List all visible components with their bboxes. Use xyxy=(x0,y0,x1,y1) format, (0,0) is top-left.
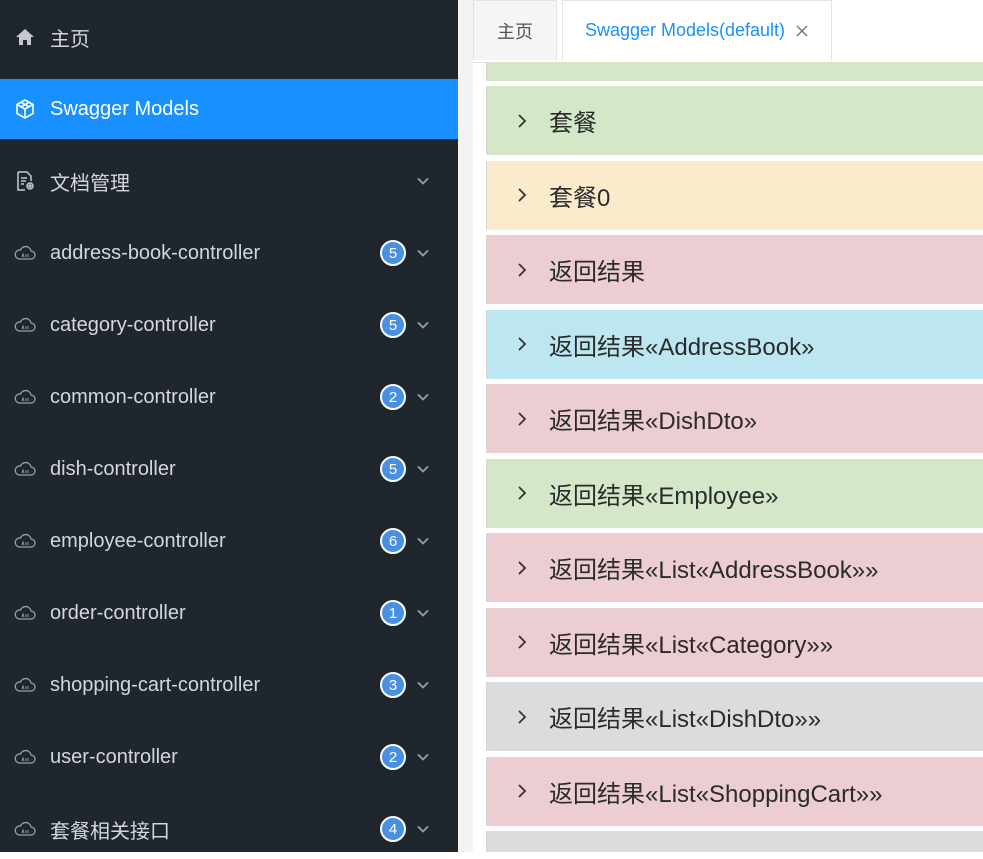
tab-bar: 主页 Swagger Models(default) xyxy=(473,0,983,63)
chevron-down-icon[interactable] xyxy=(415,749,431,765)
models-list: 套餐套餐0 返回结果返回结果«AddressBook» 返回结果«DishDto» 返… xyxy=(486,62,983,852)
sidebar-item-label: 主页 xyxy=(50,28,90,51)
home-icon xyxy=(14,26,36,48)
tab-swagger-models[interactable]: Swagger Models(default) xyxy=(562,0,832,60)
sidebar-item-swagger-models[interactable]: Swagger Models xyxy=(0,79,458,139)
chevron-right-icon xyxy=(518,337,527,351)
model-name: 返回结果«Employee» xyxy=(549,482,779,510)
chevron-right-icon xyxy=(518,486,527,500)
api-cloud-icon xyxy=(14,818,36,840)
chevron-down-icon[interactable] xyxy=(415,317,431,333)
chevron-down-icon[interactable] xyxy=(415,389,431,405)
count-badge: 2 xyxy=(380,384,406,410)
model-name: 返回结果 xyxy=(549,259,645,286)
count-badge: 5 xyxy=(380,240,406,266)
model-row[interactable]: 返回结果«DishDto» xyxy=(486,384,983,453)
main-panel: 主页 Swagger Models(default) 套餐套餐0 返回结果返回结果… xyxy=(473,0,983,852)
chevron-down-icon[interactable] xyxy=(415,821,431,837)
api-cloud-icon xyxy=(14,458,36,480)
count-badge: 4 xyxy=(380,816,406,842)
sidebar-item-controller[interactable]: order-controller 1 xyxy=(0,583,458,643)
count-badge: 6 xyxy=(380,528,406,554)
content-gutter xyxy=(458,0,473,852)
sidebar: 主页 Swagger Models 文档管理 address-book-cont… xyxy=(0,0,458,852)
chevron-right-icon xyxy=(518,784,527,798)
sidebar-item-controller[interactable]: dish-controller 5 xyxy=(0,439,458,499)
model-name: 返回结果«List«AddressBook»» xyxy=(549,557,879,584)
count-badge: 5 xyxy=(380,456,406,482)
count-badge: 1 xyxy=(380,600,406,626)
api-cloud-icon xyxy=(14,602,36,624)
chevron-right-icon xyxy=(518,560,527,575)
model-row[interactable]: 返回结果«List«ShoppingCart»» xyxy=(486,756,983,826)
count-badge: 3 xyxy=(380,672,406,698)
sidebar-item-home[interactable]: 主页 xyxy=(0,7,458,67)
api-cloud-icon xyxy=(14,314,36,336)
chevron-right-icon xyxy=(518,411,527,426)
api-cloud-icon xyxy=(14,242,36,264)
sidebar-item-controller[interactable]: shopping-cart-controller 3 xyxy=(0,655,458,715)
model-row[interactable]: 套餐0 xyxy=(486,160,983,230)
chevron-right-icon xyxy=(518,635,527,649)
chevron-right-icon xyxy=(518,709,527,724)
model-name: 返回结果«List«ShoppingCart»» xyxy=(549,780,883,808)
chevron-down-icon[interactable] xyxy=(415,605,431,621)
model-row[interactable]: 返回结果 xyxy=(486,235,983,304)
model-row[interactable]: 返回结果«List«DishDto»» xyxy=(486,682,983,751)
sidebar-item-label: 文档管理 xyxy=(50,172,130,195)
count-badge: 2 xyxy=(380,744,406,770)
chevron-down-icon[interactable] xyxy=(415,245,431,261)
close-icon[interactable] xyxy=(795,24,809,38)
document-gear-icon xyxy=(14,170,36,192)
api-cloud-icon xyxy=(14,386,36,408)
model-row[interactable]: 返回结果«List«AddressBook»» xyxy=(486,533,983,602)
api-cloud-icon xyxy=(14,530,36,552)
sidebar-item-controller[interactable]: user-controller 2 xyxy=(0,727,458,787)
tab-label: 主页 xyxy=(497,21,533,42)
chevron-right-icon xyxy=(518,188,527,202)
chevron-down-icon[interactable] xyxy=(415,677,431,693)
model-row-partial-top xyxy=(486,62,983,81)
sidebar-item-controller[interactable]: employee-controller 6 xyxy=(0,511,458,571)
model-row[interactable]: 返回结果«AddressBook» xyxy=(486,309,983,379)
sidebar-item-label: Swagger Models xyxy=(50,97,199,120)
model-row-partial-bottom xyxy=(486,831,983,852)
model-name: 返回结果«List«Category»» xyxy=(549,631,834,659)
model-row[interactable]: 套餐 xyxy=(486,86,983,155)
api-cloud-icon xyxy=(14,746,36,768)
chevron-down-icon[interactable] xyxy=(415,533,431,549)
model-row[interactable]: 返回结果«List«Category»» xyxy=(486,607,983,677)
model-row[interactable]: 返回结果«Employee» xyxy=(486,458,983,528)
chevron-right-icon xyxy=(518,262,527,277)
chevron-right-icon xyxy=(518,113,527,128)
sidebar-item-controller[interactable]: common-controller 2 xyxy=(0,367,458,427)
sidebar-item-controller[interactable]: address-book-controller 5 xyxy=(0,223,458,283)
chevron-down-icon[interactable] xyxy=(415,173,431,189)
count-badge: 5 xyxy=(380,312,406,338)
tab-label: Swagger Models(default) xyxy=(584,20,786,40)
sidebar-item-controller[interactable]: category-controller 5 xyxy=(0,295,458,355)
model-name: 返回结果«DishDto» xyxy=(549,408,758,435)
sidebar-item-controller[interactable]: 套餐相关接口 4 xyxy=(0,799,458,859)
model-name: 返回结果«AddressBook» xyxy=(549,333,815,361)
cube-icon xyxy=(14,98,36,120)
model-name: 套餐 xyxy=(549,110,597,137)
model-name: 返回结果«List«DishDto»» xyxy=(549,706,822,733)
chevron-down-icon[interactable] xyxy=(415,461,431,477)
tab-home[interactable]: 主页 xyxy=(473,0,557,60)
model-name: 套餐0 xyxy=(549,184,611,212)
api-cloud-icon xyxy=(14,674,36,696)
sidebar-item-doc-management[interactable]: 文档管理 xyxy=(0,151,458,211)
